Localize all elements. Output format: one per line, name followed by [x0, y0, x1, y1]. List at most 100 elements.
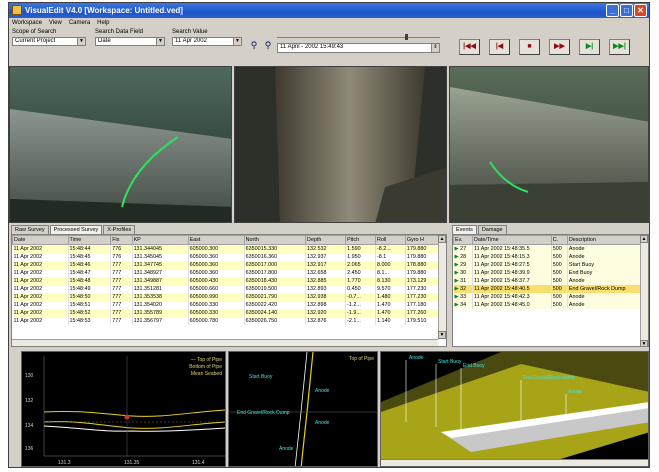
- menu-view[interactable]: View: [49, 18, 62, 28]
- chevron-down-icon[interactable]: ▼: [233, 38, 241, 45]
- event-tabs: Events Damage: [452, 225, 507, 234]
- table-cell: 131.353538: [132, 292, 189, 301]
- three-d-hscroll[interactable]: [381, 459, 648, 466]
- play-button[interactable]: ▶|: [579, 39, 600, 55]
- event-cell: Anode: [567, 244, 648, 253]
- table-cell: 132.920: [305, 308, 347, 317]
- menu-camera[interactable]: Camera: [69, 18, 90, 28]
- event-cell: ▶ 32: [453, 284, 473, 293]
- column-header[interactable]: North: [243, 235, 307, 245]
- table-cell: 605000.330: [188, 308, 245, 317]
- table-row[interactable]: 11 Apr 2002 15:48:51 777 131.354020 605000.3…: [12, 300, 446, 309]
- table-cell: 132.938: [305, 292, 347, 301]
- table-row[interactable]: 11 Apr 2002 15:48:47 777 131.348927 605000.3…: [12, 268, 446, 277]
- datetime-picker[interactable]: 11 April - 2002 15:49:43 ⇕: [277, 43, 440, 53]
- x-tick: 131.35: [124, 460, 140, 466]
- legend-mean-seabed: Mean Seabed: [191, 371, 222, 377]
- event-row[interactable]: ▶ 30 11 Apr 2002 15:48:39.9 500 End Buoy: [453, 268, 648, 277]
- column-header[interactable]: Roll: [374, 235, 406, 245]
- tab-processed-survey[interactable]: Processed Survey: [49, 225, 103, 234]
- column-header[interactable]: Date: [12, 235, 69, 245]
- column-header[interactable]: Description: [566, 235, 648, 245]
- scroll-down-icon[interactable]: ▼: [438, 331, 446, 339]
- table-row[interactable]: 11 Apr 2002 15:48:48 777 131.349887 605000.4…: [12, 276, 446, 285]
- column-header[interactable]: Time: [67, 235, 112, 245]
- table-row[interactable]: 11 Apr 2002 15:48:52 777 131.355789 605000.3…: [12, 308, 446, 317]
- column-header[interactable]: Fix: [110, 235, 133, 245]
- table-cell: 131.351281: [132, 284, 189, 293]
- window-title: VisualEdit V4.0 [Workspace: Untitled.ved…: [25, 6, 183, 15]
- column-header[interactable]: Depth: [305, 235, 347, 245]
- minimize-icon[interactable]: _: [606, 4, 619, 17]
- table-row[interactable]: 11 Apr 2002 15:48:53 777 131.356797 605000.7…: [12, 316, 446, 325]
- spin-icon[interactable]: ⇕: [431, 44, 439, 52]
- column-header[interactable]: Pitch: [345, 235, 376, 245]
- chevron-down-icon[interactable]: ▼: [77, 38, 85, 45]
- first-record-button[interactable]: |◀◀: [459, 39, 480, 55]
- last-record-button[interactable]: ▶▶|: [609, 39, 630, 55]
- event-row[interactable]: ▶ 29 11 Apr 2002 15:48:27.5 500 Start Buoy: [453, 260, 648, 269]
- event-row[interactable]: ▶ 32 11 Apr 2002 15:48:40.5 500 End Gravel/…: [453, 284, 648, 293]
- table-cell: 1.470: [375, 308, 406, 317]
- slider-thumb[interactable]: [405, 34, 408, 40]
- scroll-up-icon[interactable]: ▲: [640, 235, 648, 243]
- chevron-down-icon[interactable]: ▼: [156, 38, 164, 45]
- table-row[interactable]: 11 Apr 2002 15:48:50 777 131.353538 605000.9…: [12, 292, 446, 301]
- column-header[interactable]: KP: [131, 235, 189, 245]
- events-vscroll[interactable]: ▲ ▼: [640, 235, 648, 346]
- table-row[interactable]: 11 Apr 2002 15:48:46 777 131.347745 605000.3…: [12, 260, 446, 269]
- events-grid: Ev. Date/Time C. Description ▶ 27 11 Apr 200…: [452, 234, 649, 347]
- field-select[interactable]: Date ▼: [95, 37, 165, 46]
- value-select[interactable]: 11 Apr 2002 ▼: [172, 37, 242, 46]
- table-cell: -8.2...: [375, 244, 406, 253]
- column-header[interactable]: East: [187, 235, 245, 245]
- scroll-up-icon[interactable]: ▲: [438, 235, 446, 243]
- table-cell: 1.470: [375, 300, 406, 309]
- table-cell: 6350024.140: [244, 308, 307, 317]
- event-row[interactable]: ▶ 34 11 Apr 2002 15:48:45.0 500 Anode: [453, 300, 648, 309]
- column-header[interactable]: Ev.: [453, 235, 473, 245]
- tab-raw-survey[interactable]: Raw Survey: [11, 225, 49, 234]
- menu-workspace[interactable]: Workspace: [12, 18, 42, 28]
- binoculars-next-icon[interactable]: ⚲: [262, 40, 274, 51]
- stop-button[interactable]: ■: [519, 39, 540, 55]
- event-row[interactable]: ▶ 33 11 Apr 2002 15:48:42.3 500 Anode: [453, 292, 648, 301]
- table-cell: 776: [110, 252, 133, 261]
- table-cell: 15:48:53: [68, 316, 112, 325]
- maximize-icon[interactable]: □: [620, 4, 633, 17]
- table-row[interactable]: 11 Apr 2002 15:48:45 776 131.345045 605000.3…: [12, 252, 446, 261]
- next-fast-button[interactable]: ▶▶: [549, 39, 570, 55]
- menu-help[interactable]: Help: [97, 18, 109, 28]
- binoculars-icon[interactable]: ⚲: [248, 40, 260, 51]
- column-header[interactable]: Date/Time: [472, 235, 552, 245]
- tab-x-profiles[interactable]: X-Profiles: [103, 225, 136, 234]
- event-cell: 500: [551, 300, 568, 309]
- survey-hscroll[interactable]: [12, 339, 438, 346]
- survey-tabs: Raw Survey Processed Survey X-Profiles: [11, 225, 136, 234]
- table-cell: 1.480: [375, 292, 406, 301]
- table-cell: 0.450: [345, 284, 376, 293]
- table-cell: 777: [110, 268, 133, 277]
- table-row[interactable]: 11 Apr 2002 15:48:49 777 131.351281 605000.6…: [12, 284, 446, 293]
- table-cell: 605000.360: [188, 268, 245, 277]
- table-cell: 131.356797: [132, 316, 189, 325]
- event-row[interactable]: ▶ 28 11 Apr 2002 15:48:15.3 500 Anode: [453, 252, 648, 261]
- tab-damage[interactable]: Damage: [477, 225, 507, 234]
- table-row[interactable]: 11 Apr 2002 15:48:44 776 131.344045 605000.3…: [12, 244, 446, 253]
- close-icon[interactable]: ✕: [634, 4, 647, 17]
- event-row[interactable]: ▶ 31 11 Apr 2002 15:48:37.7 500 Anode: [453, 276, 648, 285]
- previous-record-button[interactable]: |◀: [489, 39, 510, 55]
- column-header[interactable]: C.: [550, 235, 568, 245]
- table-cell: 11 Apr 2002: [12, 308, 69, 317]
- table-cell: 15:48:47: [68, 268, 112, 277]
- title-bar[interactable]: VisualEdit V4.0 [Workspace: Untitled.ved…: [9, 3, 649, 18]
- event-row[interactable]: ▶ 27 11 Apr 2002 15:48:35.5 500 Anode: [453, 244, 648, 253]
- survey-vscroll[interactable]: ▲ ▼: [438, 235, 446, 339]
- y-tick: 132: [25, 398, 34, 404]
- scope-select[interactable]: Current Project ▼: [12, 37, 86, 46]
- time-slider[interactable]: [277, 34, 440, 40]
- scroll-down-icon[interactable]: ▼: [640, 340, 648, 346]
- table-cell: 605000.990: [188, 292, 245, 301]
- tab-events[interactable]: Events: [452, 225, 477, 234]
- table-cell: 2.065: [345, 260, 376, 269]
